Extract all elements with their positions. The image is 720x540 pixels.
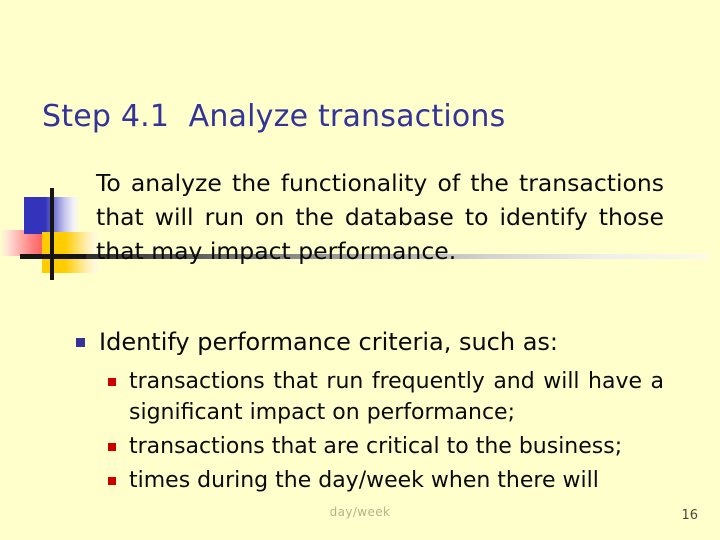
level2-bullet-label: transactions that run frequently and wil… (129, 369, 664, 425)
intro-paragraph: To analyze the functionality of the tran… (96, 169, 664, 265)
list-item: times during the day/week when there wil… (108, 465, 664, 496)
slide-title: Step 4.1 Analyze transactions (42, 99, 506, 134)
red-square-bullet-icon (108, 443, 116, 451)
list-item: transactions that are critical to the bu… (108, 431, 664, 462)
red-square-bullet-icon (108, 477, 116, 485)
level2-bullet-list: transactions that run frequently and wil… (108, 366, 664, 499)
decoration-cross-vertical (50, 188, 54, 280)
red-square-bullet-icon (108, 378, 116, 386)
list-item: transactions that run frequently and wil… (108, 366, 664, 428)
level2-bullet-label: transactions that are critical to the bu… (129, 434, 623, 459)
level2-bullet-label: times during the day/week when there wil… (129, 468, 599, 493)
page-number: 16 (681, 508, 698, 523)
level1-bullet-list: Identify performance criteria, such as: (76, 325, 666, 359)
footer-watermark: day/week (329, 505, 391, 519)
list-item: Identify performance criteria, such as: (76, 325, 666, 359)
slide-canvas: Step 4.1 Analyze transactions To analyze… (0, 0, 720, 540)
navy-square-bullet-icon (76, 338, 85, 347)
intro-paragraph-block: To analyze the functionality of the tran… (96, 166, 664, 268)
level1-bullet-label: Identify performance criteria, such as: (99, 328, 559, 356)
